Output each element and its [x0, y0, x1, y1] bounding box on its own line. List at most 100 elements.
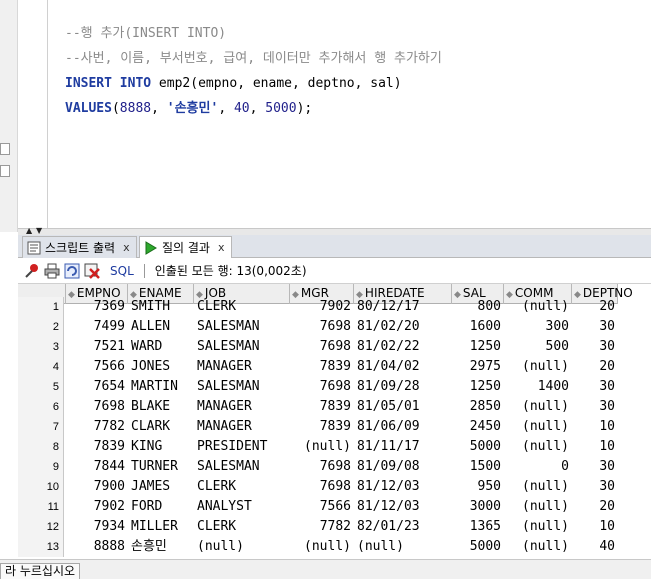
table-cell-empno[interactable]: 7499: [66, 317, 128, 337]
sql-link[interactable]: SQL: [110, 264, 134, 278]
tab-script-output[interactable]: 스크립트 출력 x: [22, 236, 137, 258]
table-cell-hiredate[interactable]: 81/02/22: [354, 337, 452, 357]
table-cell-hiredate[interactable]: 81/04/02: [354, 357, 452, 377]
table-cell-mgr[interactable]: 7698: [290, 317, 354, 337]
table-cell-comm[interactable]: (null): [504, 397, 572, 417]
row-number[interactable]: 7: [18, 417, 64, 437]
table-cell-mgr[interactable]: 7902: [290, 297, 354, 317]
table-cell-sal[interactable]: 800: [452, 297, 504, 317]
table-cell-hiredate[interactable]: (null): [354, 537, 452, 557]
table-row[interactable]: 7 7782 CLARK MANAGER 7839 81/06/09 2450 (null) 1…: [18, 417, 651, 437]
pin-icon[interactable]: [24, 263, 40, 279]
sql-editor[interactable]: --행 추가(INSERT INTO) --사번, 이름, 부서번호, 급여, 데…: [48, 0, 651, 232]
table-cell-job[interactable]: PRESIDENT: [194, 437, 290, 457]
table-cell-hiredate[interactable]: 81/12/03: [354, 497, 452, 517]
table-cell-job[interactable]: MANAGER: [194, 397, 290, 417]
collapse-up-icon[interactable]: ▲: [26, 226, 32, 235]
table-cell-deptno[interactable]: 20: [572, 297, 618, 317]
table-cell-sal[interactable]: 2450: [452, 417, 504, 437]
table-cell-mgr[interactable]: (null): [290, 437, 354, 457]
table-cell-sal[interactable]: 5000: [452, 437, 504, 457]
table-row[interactable]: 5 7654 MARTIN SALESMAN 7698 81/09/28 1250 1400 3…: [18, 377, 651, 397]
table-cell-comm[interactable]: (null): [504, 537, 572, 557]
table-cell-comm[interactable]: 0: [504, 457, 572, 477]
table-cell-comm[interactable]: (null): [504, 517, 572, 537]
table-row[interactable]: 8 7839 KING PRESIDENT (null) 81/11/17 5000 (nul…: [18, 437, 651, 457]
table-cell-empno[interactable]: 7902: [66, 497, 128, 517]
row-number[interactable]: 12: [18, 517, 64, 537]
table-cell-ename[interactable]: JONES: [128, 357, 194, 377]
results-grid[interactable]: ◆ EMPNO ◆ ENAME ◆ JOB ◆ MGR ◆ HIREDATE ◆ SAL ◆ COMM ◆ D…: [18, 284, 651, 559]
table-cell-comm[interactable]: 300: [504, 317, 572, 337]
table-cell-deptno[interactable]: 20: [572, 357, 618, 377]
table-cell-comm[interactable]: (null): [504, 477, 572, 497]
close-icon[interactable]: x: [218, 238, 225, 258]
table-cell-hiredate[interactable]: 82/01/23: [354, 517, 452, 537]
table-row[interactable]: 10 7900 JAMES CLERK 7698 81/12/03 950 (null) 30: [18, 477, 651, 497]
table-cell-ename[interactable]: MILLER: [128, 517, 194, 537]
table-row[interactable]: 9 7844 TURNER SALESMAN 7698 81/09/08 1500 0 30: [18, 457, 651, 477]
row-number[interactable]: 2: [18, 317, 64, 337]
table-cell-ename[interactable]: SMITH: [128, 297, 194, 317]
code-line[interactable]: --사번, 이름, 부서번호, 급여, 데이터만 추가해서 행 추가하기: [65, 49, 442, 69]
table-cell-empno[interactable]: 7698: [66, 397, 128, 417]
table-cell-empno[interactable]: 7782: [66, 417, 128, 437]
table-cell-ename[interactable]: ALLEN: [128, 317, 194, 337]
table-cell-ename[interactable]: JAMES: [128, 477, 194, 497]
table-cell-mgr[interactable]: 7698: [290, 377, 354, 397]
table-cell-job[interactable]: SALESMAN: [194, 317, 290, 337]
table-row[interactable]: 1 7369 SMITH CLERK 7902 80/12/17 800 (null) 20: [18, 297, 651, 317]
table-cell-hiredate[interactable]: 81/09/28: [354, 377, 452, 397]
table-cell-hiredate[interactable]: 81/05/01: [354, 397, 452, 417]
table-cell-empno[interactable]: 7934: [66, 517, 128, 537]
table-cell-deptno[interactable]: 30: [572, 477, 618, 497]
table-cell-comm[interactable]: 500: [504, 337, 572, 357]
table-cell-empno[interactable]: 7654: [66, 377, 128, 397]
table-cell-hiredate[interactable]: 81/11/17: [354, 437, 452, 457]
table-cell-empno[interactable]: 7369: [66, 297, 128, 317]
table-cell-hiredate[interactable]: 80/12/17: [354, 297, 452, 317]
table-cell-mgr[interactable]: 7698: [290, 477, 354, 497]
row-number[interactable]: 4: [18, 357, 64, 377]
table-cell-empno[interactable]: 7566: [66, 357, 128, 377]
table-cell-job[interactable]: ANALYST: [194, 497, 290, 517]
cancel-query-icon[interactable]: [84, 263, 100, 279]
table-cell-ename[interactable]: CLARK: [128, 417, 194, 437]
table-cell-deptno[interactable]: 20: [572, 497, 618, 517]
table-cell-sal[interactable]: 1600: [452, 317, 504, 337]
table-cell-sal[interactable]: 2850: [452, 397, 504, 417]
table-cell-ename[interactable]: TURNER: [128, 457, 194, 477]
table-cell-deptno[interactable]: 30: [572, 377, 618, 397]
table-cell-ename[interactable]: BLAKE: [128, 397, 194, 417]
table-cell-sal[interactable]: 1250: [452, 377, 504, 397]
gutter-marker-icon[interactable]: [0, 165, 10, 177]
row-number[interactable]: 3: [18, 337, 64, 357]
print-icon[interactable]: [44, 263, 60, 279]
table-cell-empno[interactable]: 7521: [66, 337, 128, 357]
table-cell-mgr[interactable]: 7839: [290, 417, 354, 437]
table-cell-deptno[interactable]: 40: [572, 537, 618, 557]
row-number[interactable]: 13: [18, 537, 64, 557]
table-cell-deptno[interactable]: 30: [572, 317, 618, 337]
table-row[interactable]: 13 8888 손흥민 (null) (null) (null) 5000 (null) 40: [18, 537, 651, 557]
table-cell-comm[interactable]: 1400: [504, 377, 572, 397]
table-cell-sal[interactable]: 3000: [452, 497, 504, 517]
row-number[interactable]: 11: [18, 497, 64, 517]
table-cell-empno[interactable]: 7839: [66, 437, 128, 457]
table-cell-comm[interactable]: (null): [504, 357, 572, 377]
table-cell-sal[interactable]: 5000: [452, 537, 504, 557]
table-cell-empno[interactable]: 7900: [66, 477, 128, 497]
table-cell-empno[interactable]: 8888: [66, 537, 128, 557]
table-cell-ename[interactable]: MARTIN: [128, 377, 194, 397]
table-cell-comm[interactable]: (null): [504, 497, 572, 517]
table-cell-job[interactable]: SALESMAN: [194, 337, 290, 357]
table-cell-deptno[interactable]: 10: [572, 437, 618, 457]
table-cell-deptno[interactable]: 30: [572, 337, 618, 357]
table-cell-ename[interactable]: FORD: [128, 497, 194, 517]
table-row[interactable]: 2 7499 ALLEN SALESMAN 7698 81/02/20 1600 300 30: [18, 317, 651, 337]
row-number[interactable]: 6: [18, 397, 64, 417]
table-cell-sal[interactable]: 1365: [452, 517, 504, 537]
table-row[interactable]: 6 7698 BLAKE MANAGER 7839 81/05/01 2850 (null) 3…: [18, 397, 651, 417]
gutter-marker-icon[interactable]: [0, 143, 10, 155]
code-line[interactable]: --행 추가(INSERT INTO): [65, 24, 226, 44]
